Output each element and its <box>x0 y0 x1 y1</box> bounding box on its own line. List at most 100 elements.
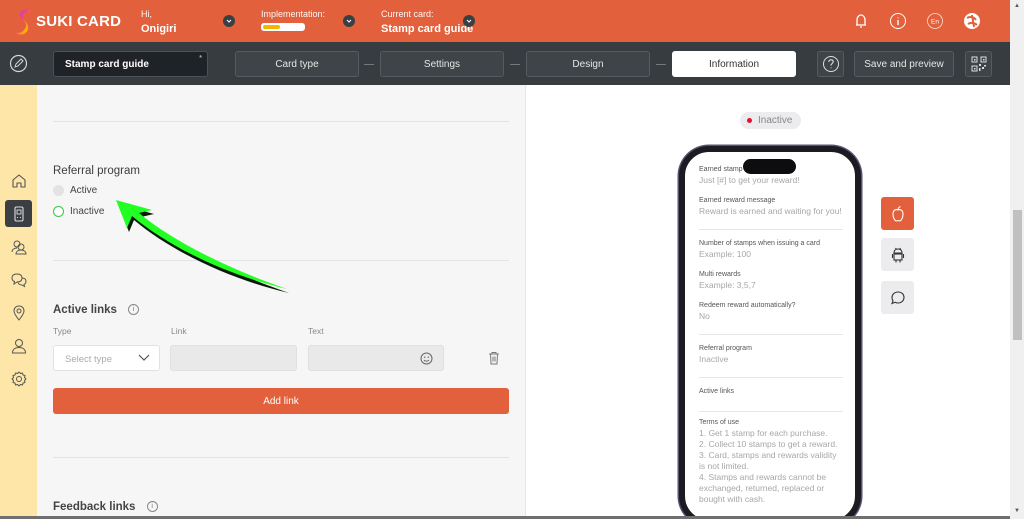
help-button[interactable] <box>817 51 844 77</box>
language-code: En <box>931 19 939 26</box>
platform-ios-button[interactable] <box>881 197 914 230</box>
user-menu-chevron-icon[interactable] <box>223 15 235 27</box>
trash-icon[interactable] <box>488 351 500 370</box>
current-card: Current card: Stamp card guide <box>381 9 473 35</box>
wizard-toolbar: Stamp card guide * Card type Settings De… <box>0 42 1010 85</box>
phone-content[interactable]: Earned stamp message Just [#] to get you… <box>699 152 843 505</box>
gear-icon <box>11 371 26 386</box>
type-select[interactable]: Select type <box>53 345 160 371</box>
preview-field-label: Terms of use <box>699 419 740 426</box>
info-icon[interactable]: i <box>128 304 140 316</box>
page-scrollbar[interactable]: ▲ ▼ <box>1010 0 1024 519</box>
radio-unselected[interactable] <box>53 185 64 196</box>
location-pin-icon <box>12 304 25 321</box>
chat-icon <box>10 272 27 288</box>
card-name-value: Stamp card guide <box>65 59 149 70</box>
logo-mark-icon <box>16 9 31 35</box>
implementation-status: Implementation: <box>261 9 325 31</box>
language-icon[interactable]: En <box>926 12 944 30</box>
preview-field-value: Just [#] to get your reward! <box>699 175 800 185</box>
info-icon[interactable]: i <box>146 501 158 513</box>
card-preview-panel: Inactive Earned stamp message Just [#] t… <box>525 85 1010 519</box>
step-settings[interactable]: Settings <box>380 51 504 77</box>
phone-notch <box>743 159 796 174</box>
preview-field-value: Inactive <box>699 354 729 364</box>
preview-field-value: No <box>699 311 710 321</box>
status-dot <box>747 118 752 123</box>
sidebar <box>0 85 37 519</box>
step-design[interactable]: Design <box>526 51 650 77</box>
referral-option-active[interactable]: Active <box>53 185 97 196</box>
save-and-preview-button[interactable]: Save and preview <box>854 51 954 77</box>
card-name-field[interactable]: Stamp card guide * <box>53 51 208 77</box>
preview-field-value: Example: 100 <box>699 249 751 259</box>
question-icon <box>822 56 839 72</box>
step-card-type[interactable]: Card type <box>235 51 359 77</box>
logo[interactable]: SUKI CARD <box>14 7 121 35</box>
type-label: Type <box>53 326 72 336</box>
step-information[interactable]: Information <box>672 51 796 77</box>
sidebar-item-managers[interactable] <box>5 332 32 359</box>
emoji-icon[interactable] <box>420 352 433 365</box>
feedback-links-title-text: Feedback links <box>53 501 136 513</box>
user-name: Onigiri <box>141 23 177 35</box>
section-divider <box>53 121 509 122</box>
link-input[interactable] <box>170 345 297 371</box>
info-icon[interactable] <box>889 12 907 30</box>
sidebar-item-home[interactable] <box>5 167 32 194</box>
active-links-title: Active links i <box>53 304 140 316</box>
preview-divider <box>699 334 843 335</box>
qr-code-button[interactable] <box>965 51 992 77</box>
greeting-label: Hi, <box>141 9 152 19</box>
sidebar-item-cards[interactable] <box>5 200 32 227</box>
text-label: Text <box>308 326 324 336</box>
referral-option-inactive-label: Inactive <box>70 206 105 217</box>
current-card-chevron-icon[interactable] <box>463 15 475 27</box>
implementation-label: Implementation: <box>261 9 326 19</box>
logo-text: SUKI CARD <box>36 12 122 30</box>
apple-icon <box>891 205 904 222</box>
card-device-icon <box>13 205 24 222</box>
step-separator <box>364 64 374 65</box>
scroll-up-icon[interactable]: ▲ <box>1014 3 1020 9</box>
step-separator <box>656 64 666 65</box>
unsaved-marker: * <box>199 55 202 62</box>
preview-divider <box>699 377 843 378</box>
status-badge: Inactive <box>740 112 801 129</box>
preview-field-label: Earned reward message <box>699 197 776 204</box>
user-greeting: Hi, Onigiri <box>141 9 176 35</box>
preview-field-label: Active links <box>699 388 735 395</box>
preview-field-value: Example: 3,5,7 <box>699 280 756 290</box>
preview-field-label: Redeem reward automatically? <box>699 302 796 309</box>
users-icon <box>11 240 27 254</box>
phone-spacer <box>699 155 843 156</box>
profile-avatar-icon[interactable] <box>963 12 981 30</box>
scroll-down-icon[interactable]: ▼ <box>1014 508 1020 514</box>
sidebar-item-settings[interactable] <box>5 365 32 392</box>
link-label: Link <box>171 326 187 336</box>
scrollbar-thumb[interactable] <box>1013 210 1022 340</box>
phone-mockup: Earned stamp message Just [#] to get you… <box>679 146 861 519</box>
sidebar-item-locations[interactable] <box>5 299 32 326</box>
chat-bubble-icon <box>890 290 905 304</box>
type-select-placeholder: Select type <box>65 354 112 365</box>
home-icon <box>11 173 26 188</box>
text-input[interactable] <box>308 345 444 371</box>
platform-message-button[interactable] <box>881 281 914 314</box>
platform-android-button[interactable] <box>881 238 914 271</box>
referral-program-title: Referral program <box>53 165 140 177</box>
implementation-progress-bar <box>261 23 305 31</box>
current-card-label: Current card: <box>381 9 434 19</box>
current-card-name: Stamp card guide <box>381 23 474 35</box>
sidebar-item-messages[interactable] <box>5 266 32 293</box>
preview-field-label: Multi rewards <box>699 271 741 278</box>
radio-selected[interactable] <box>53 206 64 217</box>
edit-pencil-icon[interactable] <box>9 54 28 78</box>
qr-code-icon <box>971 56 986 72</box>
referral-option-inactive[interactable]: Inactive <box>53 206 104 217</box>
implementation-chevron-icon[interactable] <box>343 15 355 27</box>
preview-field-value: Reward is earned and waiting for you! <box>699 206 842 216</box>
bell-icon[interactable] <box>852 12 870 30</box>
add-link-button[interactable]: Add link <box>53 388 509 414</box>
sidebar-item-clients[interactable] <box>5 233 32 260</box>
